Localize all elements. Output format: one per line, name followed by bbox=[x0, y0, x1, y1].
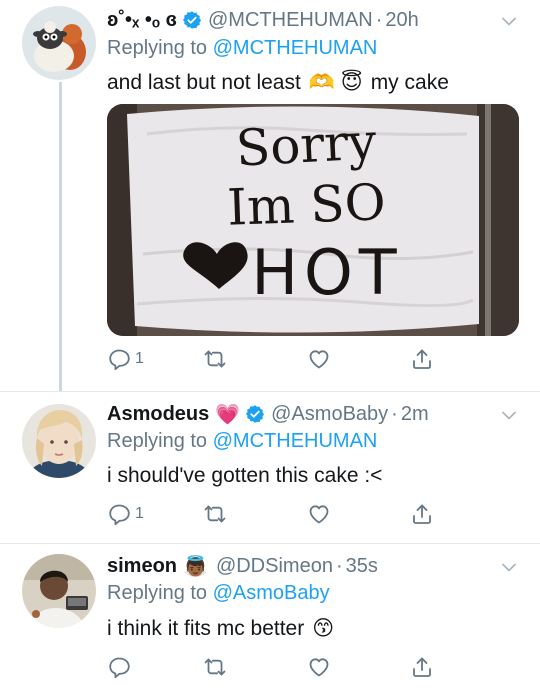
avatar[interactable] bbox=[22, 404, 96, 478]
tweet-simeon[interactable]: simeon 👼🏾 @DDSimeon · 35s Replying to @A… bbox=[0, 544, 540, 688]
timestamp[interactable]: 35s bbox=[346, 555, 378, 578]
retweet-button[interactable] bbox=[203, 344, 231, 374]
replying-to: Replying to @AsmoBaby bbox=[107, 582, 330, 605]
tweet-header: simeon 👼🏾 @DDSimeon · 35s bbox=[107, 552, 500, 580]
replying-to: Replying to @MCTHEHUMAN bbox=[107, 430, 377, 453]
display-name[interactable]: simeon bbox=[107, 555, 177, 578]
share-button[interactable] bbox=[410, 344, 434, 374]
like-button[interactable] bbox=[307, 652, 335, 682]
caret-down-icon[interactable] bbox=[500, 12, 518, 30]
reply-button[interactable]: 1 bbox=[107, 499, 144, 529]
replying-label: Replying to bbox=[107, 37, 208, 59]
like-button[interactable] bbox=[307, 499, 335, 529]
tweet-actions bbox=[107, 652, 447, 682]
kissing-face-emoji: 😙 bbox=[312, 617, 335, 640]
replying-to: Replying to @MCTHEHUMAN bbox=[107, 37, 377, 60]
reply-icon bbox=[107, 655, 131, 679]
handle[interactable]: @MCTHEHUMAN bbox=[208, 9, 373, 32]
handle[interactable]: @AsmoBaby bbox=[271, 403, 388, 426]
retweet-button[interactable] bbox=[203, 652, 231, 682]
like-icon bbox=[307, 655, 331, 679]
separator-dot: · bbox=[391, 402, 398, 425]
handle[interactable]: @DDSimeon bbox=[216, 555, 333, 578]
share-icon bbox=[410, 655, 434, 679]
retweet-button[interactable] bbox=[203, 499, 231, 529]
caret-down-icon[interactable] bbox=[500, 406, 518, 424]
sparkling-heart-emoji: 💗 bbox=[215, 403, 241, 426]
like-button[interactable] bbox=[307, 344, 335, 374]
cake-photo[interactable]: Sorry Im SO HOT bbox=[107, 104, 519, 336]
replying-label: Replying to bbox=[107, 582, 208, 604]
reply-count: 1 bbox=[135, 505, 144, 522]
tweet-actions: 1 bbox=[107, 344, 447, 374]
tweet-asmodeus[interactable]: Asmodeus 💗 @AsmoBaby · 2m Replying to @M… bbox=[0, 392, 540, 544]
reply-icon bbox=[107, 502, 131, 526]
cake-text-line-1: Sorry bbox=[234, 112, 378, 177]
display-name[interactable]: Asmodeus bbox=[107, 403, 209, 426]
share-icon bbox=[410, 347, 434, 371]
reply-count: 1 bbox=[135, 350, 144, 367]
reply-button[interactable] bbox=[107, 652, 135, 682]
retweet-icon bbox=[203, 347, 227, 371]
separator-dot: · bbox=[375, 8, 383, 31]
reply-button[interactable]: 1 bbox=[107, 344, 144, 374]
tweet-text-start: and last but not least bbox=[107, 70, 301, 94]
avatar[interactable] bbox=[22, 554, 96, 628]
tweet-header: Asmodeus 💗 @AsmoBaby · 2m bbox=[107, 400, 500, 428]
replying-mention[interactable]: @MCTHEHUMAN bbox=[213, 37, 378, 59]
replying-mention[interactable]: @MCTHEHUMAN bbox=[213, 430, 378, 452]
cake-text-line-2: Im SO bbox=[226, 173, 386, 236]
thread-line bbox=[59, 82, 62, 392]
tweet-actions: 1 bbox=[107, 499, 447, 529]
separator-dot: · bbox=[335, 554, 343, 577]
reply-icon bbox=[107, 347, 131, 371]
replying-label: Replying to bbox=[107, 430, 208, 452]
retweet-icon bbox=[203, 655, 227, 679]
tweet-text: i think it fits mc better 😙 bbox=[107, 616, 334, 641]
timestamp[interactable]: 20h bbox=[385, 9, 418, 32]
tweet-text: and last but not least 🫶 😇 my cake bbox=[107, 70, 449, 95]
baby-angel-emoji: 👼🏾 bbox=[183, 555, 208, 578]
like-icon bbox=[307, 502, 331, 526]
timestamp[interactable]: 2m bbox=[401, 403, 429, 426]
tweet-text-end: my cake bbox=[370, 70, 449, 94]
like-icon bbox=[307, 347, 331, 371]
verified-badge-icon bbox=[182, 10, 202, 30]
share-icon bbox=[410, 502, 434, 526]
display-name[interactable]: ʚ˚•ₓ •ₒ ɞ bbox=[107, 9, 177, 32]
verified-badge-icon bbox=[245, 404, 265, 424]
caret-down-icon[interactable] bbox=[500, 558, 518, 576]
tweet-mcthehuman[interactable]: ʚ˚•ₓ •ₒ ɞ @MCTHEHUMAN · 20h Replying to … bbox=[0, 0, 540, 392]
avatar[interactable] bbox=[22, 6, 96, 80]
tweet-text-body: i think it fits mc better bbox=[107, 616, 305, 640]
tweet-text: i should've gotten this cake :< bbox=[107, 464, 383, 487]
share-button[interactable] bbox=[410, 499, 434, 529]
cake-text-line-3: HOT bbox=[251, 236, 402, 309]
replying-mention[interactable]: @AsmoBaby bbox=[213, 582, 330, 604]
retweet-icon bbox=[203, 502, 227, 526]
share-button[interactable] bbox=[410, 652, 434, 682]
heart-hands-halo-emoji: 🫶 😇 bbox=[308, 71, 363, 94]
tweet-header: ʚ˚•ₓ •ₒ ɞ @MCTHEHUMAN · 20h bbox=[107, 6, 500, 34]
